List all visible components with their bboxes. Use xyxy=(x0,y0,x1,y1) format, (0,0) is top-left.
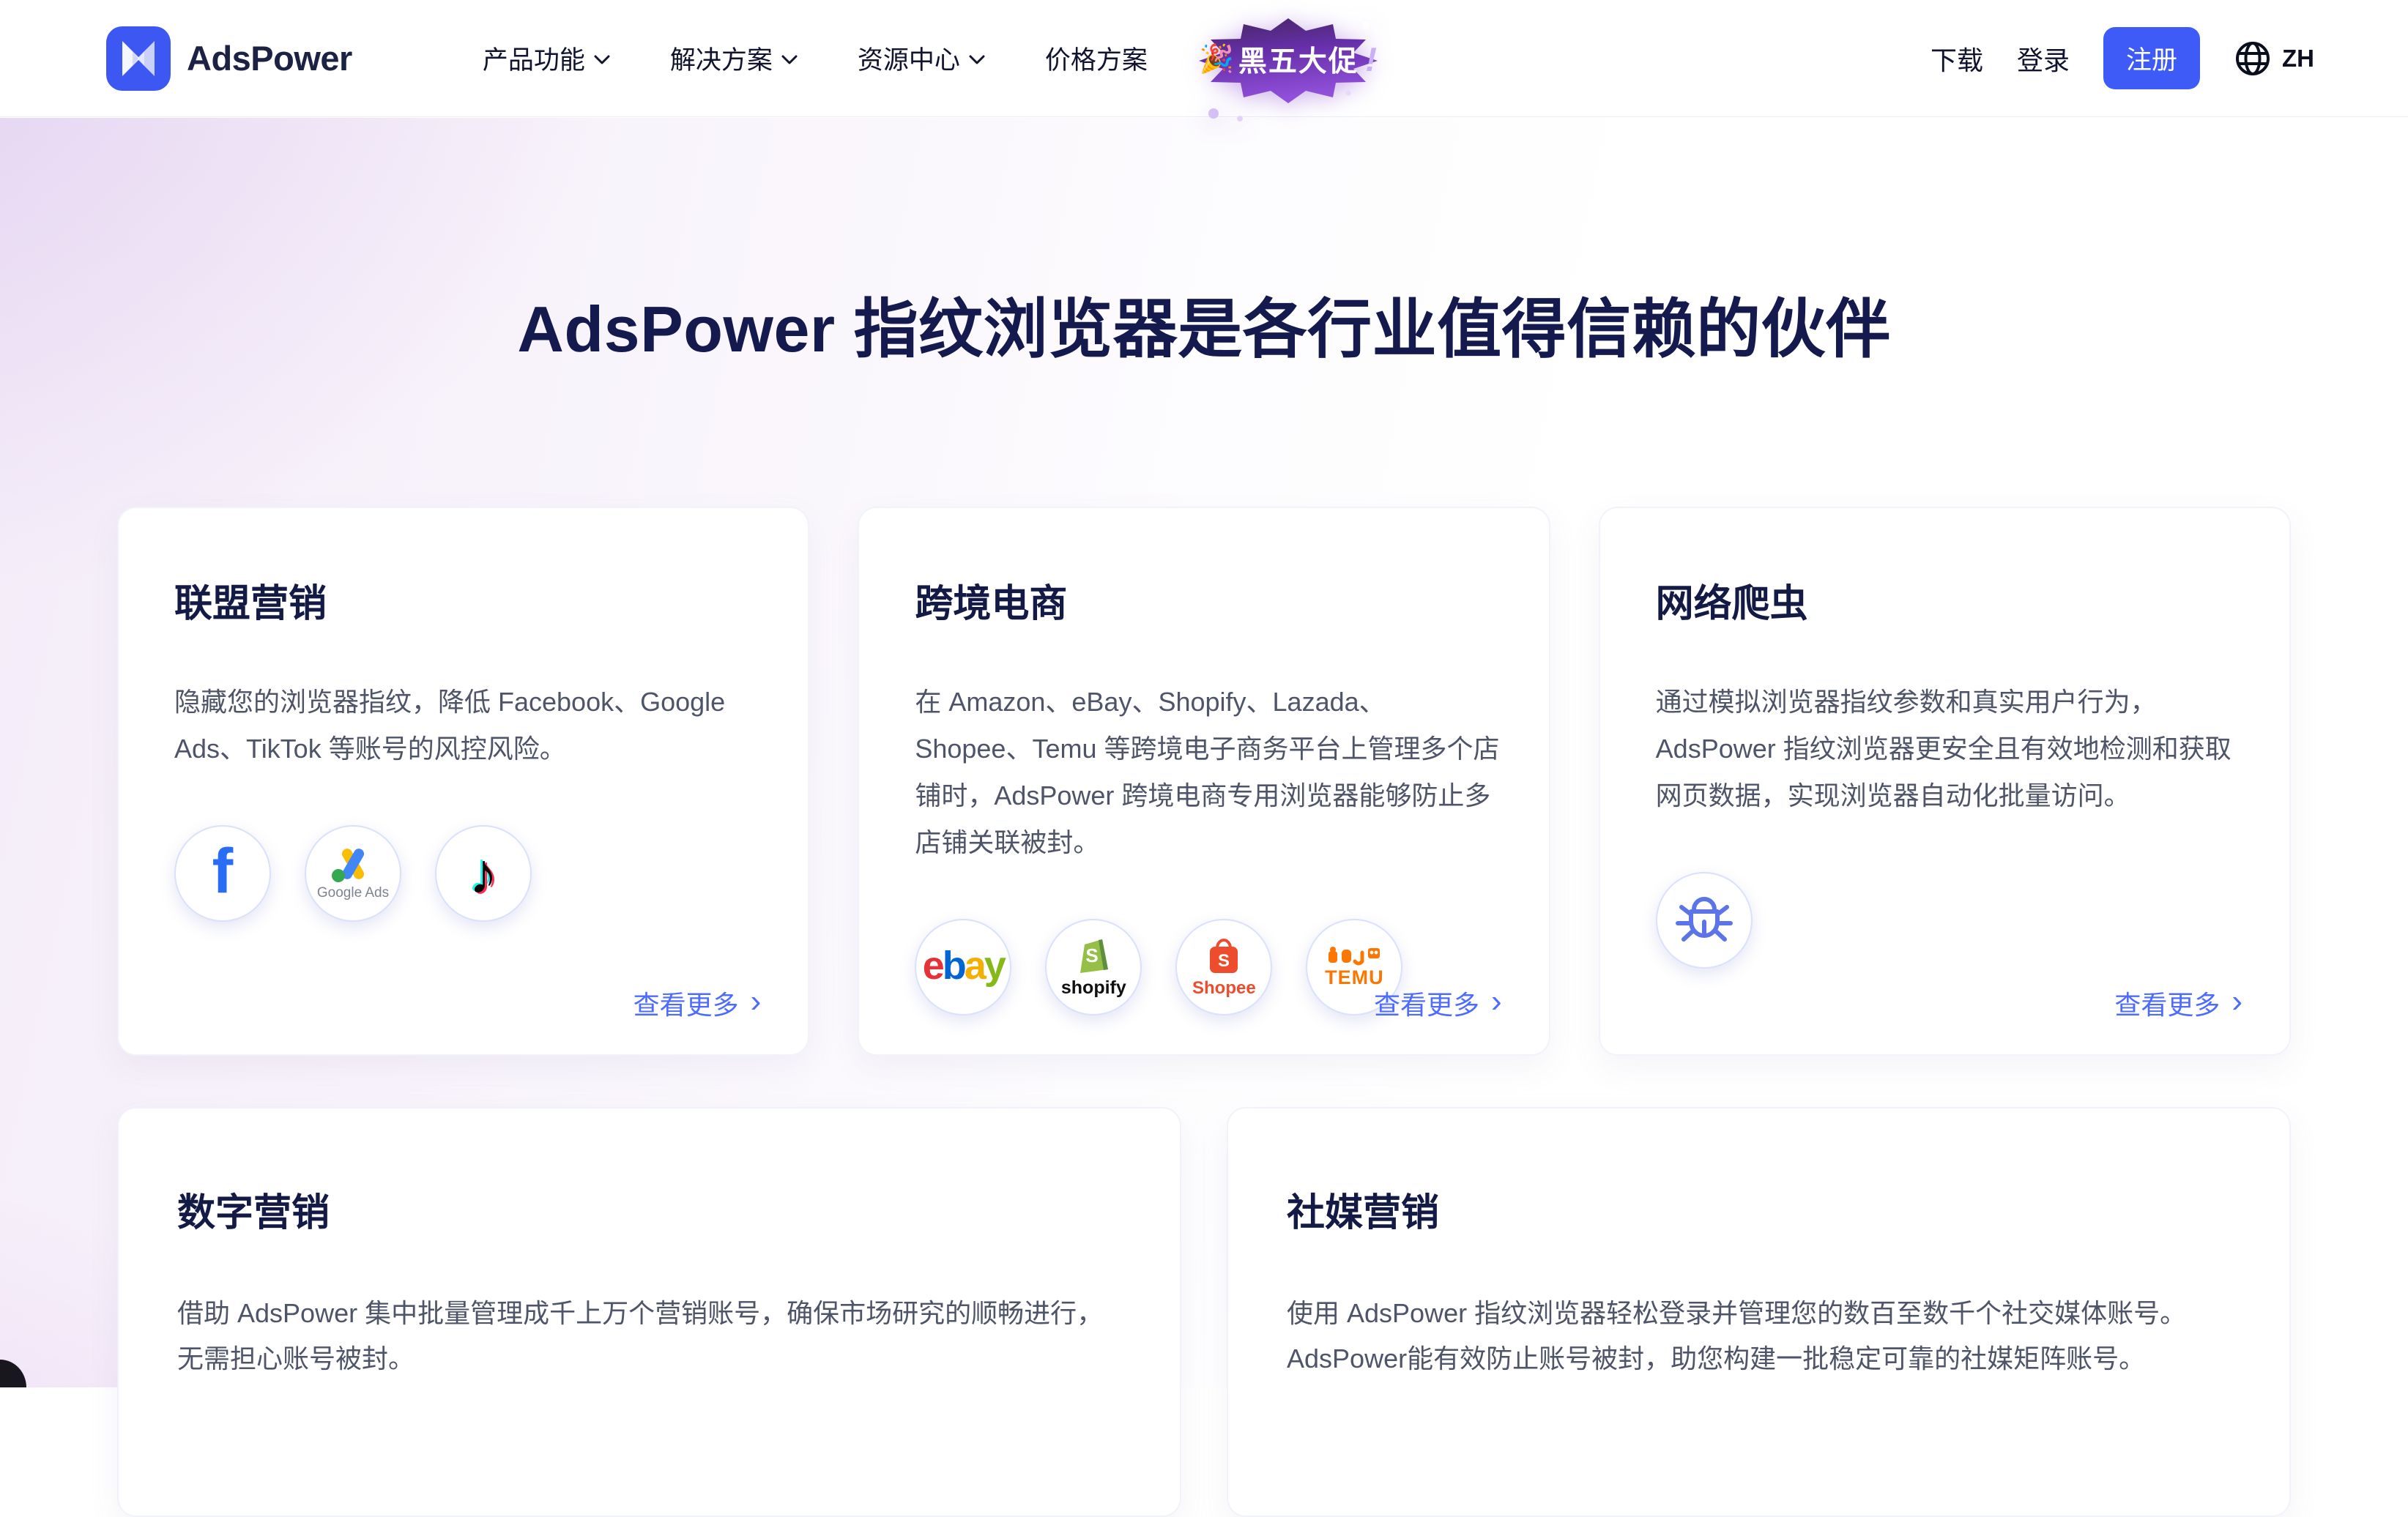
nav-item-label: 产品功能 xyxy=(483,40,585,77)
signup-button[interactable]: 注册 xyxy=(2103,27,2200,89)
ebay-letter: y xyxy=(984,944,1004,988)
see-more-link[interactable]: 查看更多 › xyxy=(2114,984,2242,1022)
card-cross-border-ecommerce: 跨境电商 在 Amazon、eBay、Shopify、Lazada、Shopee… xyxy=(858,507,1550,1056)
shopee-icon: S Shopee xyxy=(1175,919,1272,1015)
google-ads-glyph xyxy=(329,846,377,884)
shopee-bag-glyph: S xyxy=(1203,936,1245,977)
nav-item-solutions[interactable]: 解决方案 xyxy=(670,40,798,77)
nav-right-group: 下载 登录 注册 ZH xyxy=(1931,27,2314,89)
chevron-right-icon: › xyxy=(751,985,762,1018)
tiktok-note-glyph: ♪ xyxy=(469,845,498,902)
promo-text: 黑五大促 xyxy=(1238,39,1359,80)
card-title: 网络爬虫 xyxy=(1656,573,2242,627)
shopee-label: Shopee xyxy=(1192,978,1256,999)
language-switcher[interactable]: ZH xyxy=(2234,40,2314,78)
shopify-label: shopify xyxy=(1061,977,1126,999)
adspower-logo-icon xyxy=(106,26,171,91)
ebay-letter: e xyxy=(923,944,943,988)
card-description: 使用 AdsPower 指纹浏览器轻松登录并管理您的数百至数千个社交媒体账号。A… xyxy=(1287,1291,2223,1382)
ebay-letter: a xyxy=(965,944,984,988)
google-ads-label: Google Ads xyxy=(317,885,389,901)
card-social-media-marketing: 社媒营销 使用 AdsPower 指纹浏览器轻松登录并管理您的数百至数千个社交媒… xyxy=(1227,1107,2291,1517)
google-ads-icon: Google Ads xyxy=(305,825,401,922)
ebay-wordmark: ebay xyxy=(923,943,1004,988)
chevron-down-icon xyxy=(969,55,985,65)
globe-icon xyxy=(2234,40,2272,78)
nav-item-label: 解决方案 xyxy=(670,40,773,77)
chevron-down-icon xyxy=(781,55,798,65)
see-more-link[interactable]: 查看更多 › xyxy=(1374,984,1502,1022)
top-navigation: AdsPower 产品功能 解决方案 资源中心 价格方案 xyxy=(0,0,2408,117)
card-affiliate-marketing: 联盟营销 隐藏您的浏览器指纹，降低 Facebook、Google Ads、Ti… xyxy=(117,507,809,1056)
main-menu: 产品功能 解决方案 资源中心 价格方案 xyxy=(483,40,1148,77)
card-title: 社媒营销 xyxy=(1287,1182,2223,1237)
card-description: 在 Amazon、eBay、Shopify、Lazada、Shopee、Temu… xyxy=(915,679,1501,866)
card-description: 通过模拟浏览器指纹参数和真实用户行为，AdsPower 指纹浏览器更安全且有效地… xyxy=(1656,679,2242,819)
facebook-icon: f xyxy=(174,825,271,922)
hero-section: AdsPower 指纹浏览器是各行业值得信赖的伙伴 xyxy=(0,117,2408,370)
facebook-letter: f xyxy=(212,835,234,908)
nav-item-pricing[interactable]: 价格方案 xyxy=(1045,40,1148,77)
page-title: AdsPower 指纹浏览器是各行业值得信赖的伙伴 xyxy=(0,289,2408,370)
card-title: 联盟营销 xyxy=(174,573,761,627)
promo-label: 🎉 黑五大促 ! xyxy=(1193,4,1383,113)
see-more-link[interactable]: 查看更多 › xyxy=(633,984,762,1022)
see-more-label: 查看更多 xyxy=(633,984,739,1022)
use-case-cards-bottom: 数字营销 借助 AdsPower 集中批量管理成千上万个营销账号，确保市场研究的… xyxy=(117,1107,2291,1517)
tiktok-icon: ♪ xyxy=(435,825,532,922)
black-friday-promo-badge[interactable]: 🎉 黑五大促 ! xyxy=(1193,4,1383,113)
shopify-bag-glyph: S xyxy=(1074,936,1112,977)
card-digital-marketing: 数字营销 借助 AdsPower 集中批量管理成千上万个营销账号，确保市场研究的… xyxy=(117,1107,1181,1517)
chevron-down-icon xyxy=(594,55,610,65)
card-description: 隐藏您的浏览器指纹，降低 Facebook、Google Ads、TikTok … xyxy=(174,679,761,772)
spider-bug-icon xyxy=(1656,872,1753,969)
language-code: ZH xyxy=(2282,45,2314,72)
adspower-logo-text: AdsPower xyxy=(187,38,352,78)
party-popper-icon: 🎉 xyxy=(1200,45,1234,73)
svg-text:S: S xyxy=(1218,951,1230,971)
nav-item-products[interactable]: 产品功能 xyxy=(483,40,610,77)
see-more-label: 查看更多 xyxy=(1374,984,1479,1022)
card-web-scraping: 网络爬虫 通过模拟浏览器指纹参数和真实用户行为，AdsPower 指纹浏览器更安… xyxy=(1599,507,2291,1056)
nav-item-label: 价格方案 xyxy=(1045,40,1148,77)
temu-glyphs xyxy=(1327,945,1381,966)
use-case-cards: 联盟营销 隐藏您的浏览器指纹，降低 Facebook、Google Ads、Ti… xyxy=(117,507,2291,1056)
chevron-right-icon: › xyxy=(1491,985,1502,1018)
see-more-label: 查看更多 xyxy=(2114,984,2220,1022)
ebay-icon: ebay xyxy=(915,919,1011,1015)
login-link[interactable]: 登录 xyxy=(2017,40,2070,78)
card-title: 数字营销 xyxy=(177,1182,1114,1237)
shopify-icon: S shopify xyxy=(1045,919,1142,1015)
download-link[interactable]: 下载 xyxy=(1931,40,1983,78)
chevron-right-icon: › xyxy=(2232,985,2242,1018)
promo-exclamation: ! xyxy=(1361,40,1381,79)
nav-item-label: 资源中心 xyxy=(858,40,960,77)
brand-icon-row: f Google Ads ♪ xyxy=(174,825,761,922)
adspower-logo[interactable]: AdsPower xyxy=(106,26,352,91)
svg-text:S: S xyxy=(1086,944,1099,966)
ebay-letter: b xyxy=(943,944,965,988)
card-title: 跨境电商 xyxy=(915,573,1501,627)
brand-icon-row xyxy=(1656,872,2242,969)
card-description: 借助 AdsPower 集中批量管理成千上万个营销账号，确保市场研究的顺畅进行，… xyxy=(177,1291,1114,1382)
nav-item-resources[interactable]: 资源中心 xyxy=(858,40,985,77)
